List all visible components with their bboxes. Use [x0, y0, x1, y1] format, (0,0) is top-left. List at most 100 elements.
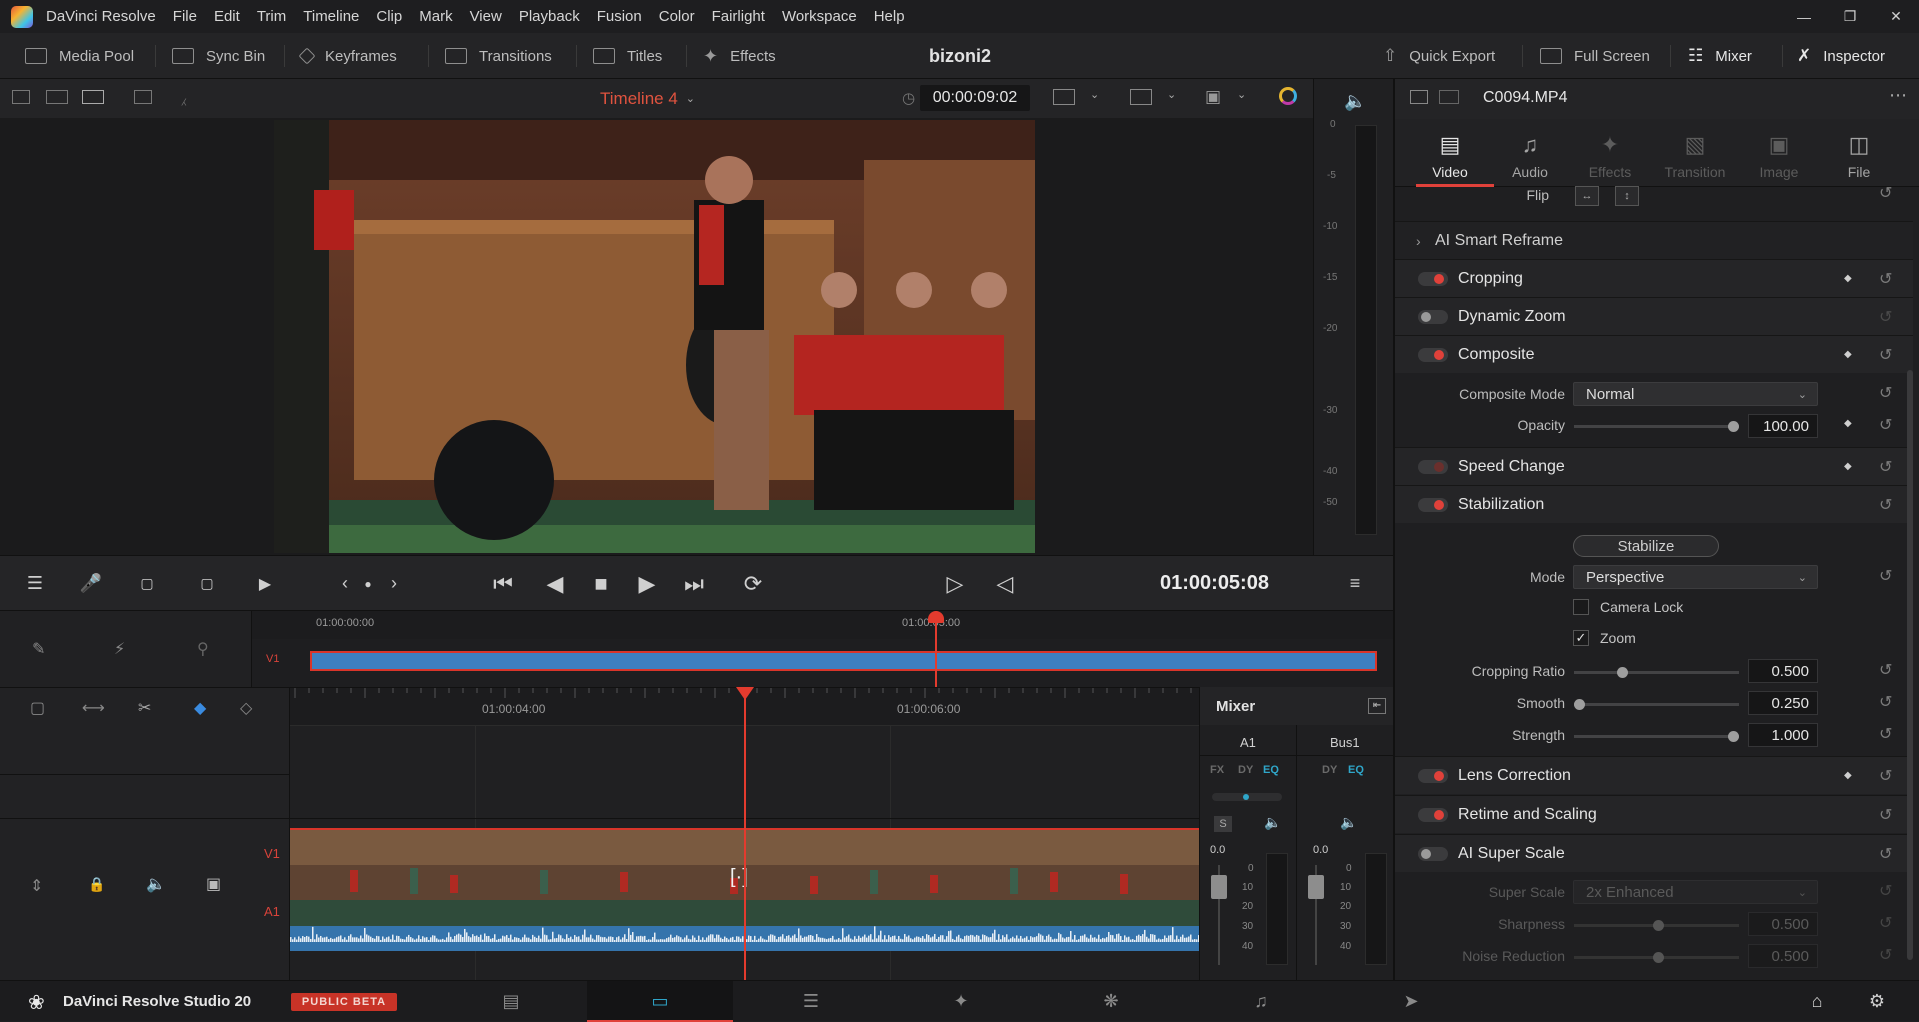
retime-scaling-toggle[interactable]: [1418, 807, 1448, 822]
speed-change-section[interactable]: Speed Change ◆ ↺: [1395, 447, 1913, 485]
full-screen-button[interactable]: Full Screen: [1540, 33, 1650, 79]
speaker-icon[interactable]: 🔈: [1344, 91, 1366, 112]
grid-view-icon[interactable]: [134, 90, 152, 104]
dynamics-button[interactable]: DY: [1238, 764, 1253, 776]
play-icon[interactable]: ▶: [632, 556, 662, 611]
smooth-slider[interactable]: [1574, 699, 1739, 710]
color-page-icon[interactable]: ❋: [1086, 981, 1136, 1022]
go-to-end-icon[interactable]: ⏭: [676, 556, 712, 611]
media-pool-button[interactable]: Media Pool: [25, 33, 134, 79]
collapse-panel-icon[interactable]: ⇤: [1368, 698, 1386, 714]
keyframe-icon[interactable]: ◆: [1844, 461, 1852, 472]
menu-color[interactable]: Color: [659, 8, 695, 25]
film-strip-icon[interactable]: [46, 90, 68, 104]
opacity-knob[interactable]: [1728, 421, 1739, 432]
reset-icon[interactable]: ↺: [1879, 457, 1892, 477]
sharpness-field[interactable]: 0.500: [1748, 912, 1818, 936]
mixer-button[interactable]: ☷ Mixer: [1688, 33, 1752, 79]
deliver-page-icon[interactable]: ➤: [1386, 981, 1436, 1022]
retime-scaling-section[interactable]: Retime and Scaling ↺: [1395, 795, 1913, 833]
opacity-field[interactable]: 100.00: [1748, 414, 1818, 438]
zoom-checkbox[interactable]: ✓: [1573, 630, 1589, 646]
video-track-icon[interactable]: ▣: [206, 874, 221, 894]
cropping-ratio-field[interactable]: 0.500: [1748, 659, 1818, 683]
stabilization-mode-dropdown[interactable]: Perspective ⌄: [1573, 565, 1818, 589]
flag-icon[interactable]: ◆: [194, 698, 206, 718]
strength-knob[interactable]: [1728, 731, 1739, 742]
ai-super-scale-toggle[interactable]: [1418, 846, 1448, 861]
split-view-icon[interactable]: [1439, 90, 1459, 104]
reset-icon[interactable]: ↺: [1879, 307, 1892, 327]
playhead[interactable]: [744, 687, 746, 980]
super-scale-dropdown[interactable]: 2x Enhanced ⌄: [1573, 880, 1818, 904]
restore-icon[interactable]: ❐: [1827, 0, 1873, 33]
lens-correction-section[interactable]: Lens Correction ◆ ↺: [1395, 756, 1913, 794]
clip-view-icon[interactable]: ▢: [30, 698, 45, 718]
fusion-page-icon[interactable]: ✦: [936, 981, 986, 1022]
poi-icon[interactable]: ▢: [130, 556, 164, 611]
pan-control[interactable]: [1212, 793, 1282, 801]
mute-speaker-icon[interactable]: 🔈: [1264, 814, 1281, 831]
expand-tracks-icon[interactable]: ⇕: [30, 876, 43, 896]
next-keyframe-icon[interactable]: ›: [384, 556, 404, 611]
mark-in-icon[interactable]: ▷: [940, 556, 970, 611]
reset-icon[interactable]: ↺: [1879, 945, 1892, 965]
image-icon[interactable]: [1410, 90, 1428, 104]
playhead-handle[interactable]: [736, 687, 754, 700]
play-reverse-icon[interactable]: ◀: [540, 556, 570, 611]
stabilization-section[interactable]: Stabilization ↺: [1395, 485, 1913, 523]
composite-toggle[interactable]: [1418, 347, 1448, 362]
bus-speaker-icon[interactable]: 🔈: [1340, 814, 1357, 831]
menu-timeline[interactable]: Timeline: [303, 8, 359, 25]
stabilization-toggle[interactable]: [1418, 497, 1448, 512]
reset-icon[interactable]: ↺: [1879, 881, 1892, 901]
fx-button[interactable]: FX: [1210, 764, 1224, 776]
titles-button[interactable]: Titles: [593, 33, 662, 79]
speed-change-toggle[interactable]: [1418, 459, 1448, 474]
flip-horizontal-icon[interactable]: ↔: [1575, 186, 1599, 206]
audio-icon[interactable]: 🔈: [146, 874, 166, 894]
scissors-icon[interactable]: ✂: [138, 698, 151, 718]
solo-button[interactable]: S: [1214, 816, 1232, 832]
options-menu-icon[interactable]: ≡: [1340, 556, 1370, 611]
ai-super-scale-section[interactable]: AI Super Scale ↺: [1395, 834, 1913, 872]
more-options-icon[interactable]: ⋯: [1889, 85, 1907, 106]
stabilize-button[interactable]: Stabilize: [1573, 535, 1719, 557]
inspector-button[interactable]: ✗ Inspector: [1797, 33, 1885, 79]
reset-icon[interactable]: ↺: [1879, 269, 1892, 289]
reset-icon[interactable]: ↺: [1879, 566, 1892, 586]
reset-icon[interactable]: ↺: [1879, 766, 1892, 786]
tab-effects[interactable]: ✦ Effects: [1570, 119, 1650, 187]
reset-icon[interactable]: ↺: [1879, 724, 1892, 744]
fairlight-page-icon[interactable]: ♫: [1236, 981, 1286, 1022]
composite-section[interactable]: Composite ◆ ↺: [1395, 335, 1913, 373]
bus-dynamics-button[interactable]: DY: [1322, 764, 1337, 776]
smooth-knob[interactable]: [1574, 699, 1585, 710]
menu-file[interactable]: File: [173, 8, 197, 25]
reset-icon[interactable]: ↺: [1879, 660, 1892, 680]
sharpness-knob[interactable]: [1653, 920, 1664, 931]
noise-reduction-slider[interactable]: [1574, 952, 1739, 963]
strength-slider[interactable]: [1574, 731, 1739, 742]
chevron-down-icon[interactable]: ⌄: [1237, 88, 1246, 101]
quick-export-button[interactable]: ⇧ Quick Export: [1383, 33, 1495, 79]
transitions-button[interactable]: Transitions: [445, 33, 552, 79]
tab-audio[interactable]: ♫ Audio: [1490, 119, 1570, 187]
cropping-toggle[interactable]: [1418, 271, 1448, 286]
tab-image[interactable]: ▣ Image: [1739, 119, 1819, 187]
minimize-icon[interactable]: —: [1781, 0, 1827, 33]
trim-tool-icon[interactable]: ✎: [32, 639, 45, 659]
prev-keyframe-icon[interactable]: ‹: [335, 556, 355, 611]
tab-transition[interactable]: ▧ Transition: [1655, 119, 1735, 187]
menu-fairlight[interactable]: Fairlight: [712, 8, 765, 25]
add-poi-icon[interactable]: ▢: [190, 556, 224, 611]
eq-button[interactable]: EQ: [1263, 764, 1279, 776]
viewer-size-icon[interactable]: [1053, 89, 1075, 105]
blade-tool-icon[interactable]: ⚡: [114, 639, 125, 659]
reset-icon[interactable]: ↺: [1879, 692, 1892, 712]
sync-bin-button[interactable]: Sync Bin: [172, 33, 265, 79]
safe-area-icon[interactable]: ▣: [1205, 87, 1221, 107]
menu-view[interactable]: View: [470, 8, 502, 25]
reset-icon[interactable]: ↺: [1879, 805, 1892, 825]
menu-mark[interactable]: Mark: [419, 8, 452, 25]
